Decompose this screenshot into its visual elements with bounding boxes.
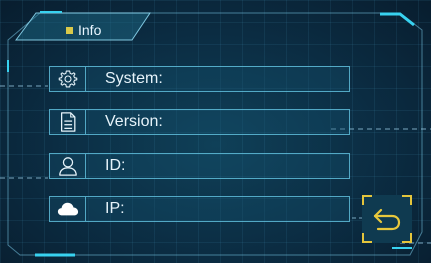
info-row-system: System: [49,66,350,92]
info-row-ip: IP: [49,196,350,222]
document-icon [50,110,86,134]
tab-info-label: Info [78,22,102,38]
corner-accent [402,195,412,205]
info-row-id: ID: [49,153,350,179]
cloud-icon [50,197,86,221]
version-label: Version: [105,113,163,130]
id-label: ID: [105,157,126,174]
system-label: System: [105,70,163,87]
return-arrow-icon [373,208,401,231]
corner-accent [362,195,372,205]
back-button[interactable] [362,195,412,243]
gear-icon [50,67,86,91]
user-icon [50,154,86,178]
ip-label: IP: [105,200,125,217]
info-row-version: Version: [49,109,350,135]
tab-marker-icon [66,26,73,34]
corner-accent [402,233,412,243]
corner-accent [362,233,372,243]
tab-info[interactable]: Info [66,22,101,38]
info-screen: Info System: Version: ID: IP: [0,0,431,263]
